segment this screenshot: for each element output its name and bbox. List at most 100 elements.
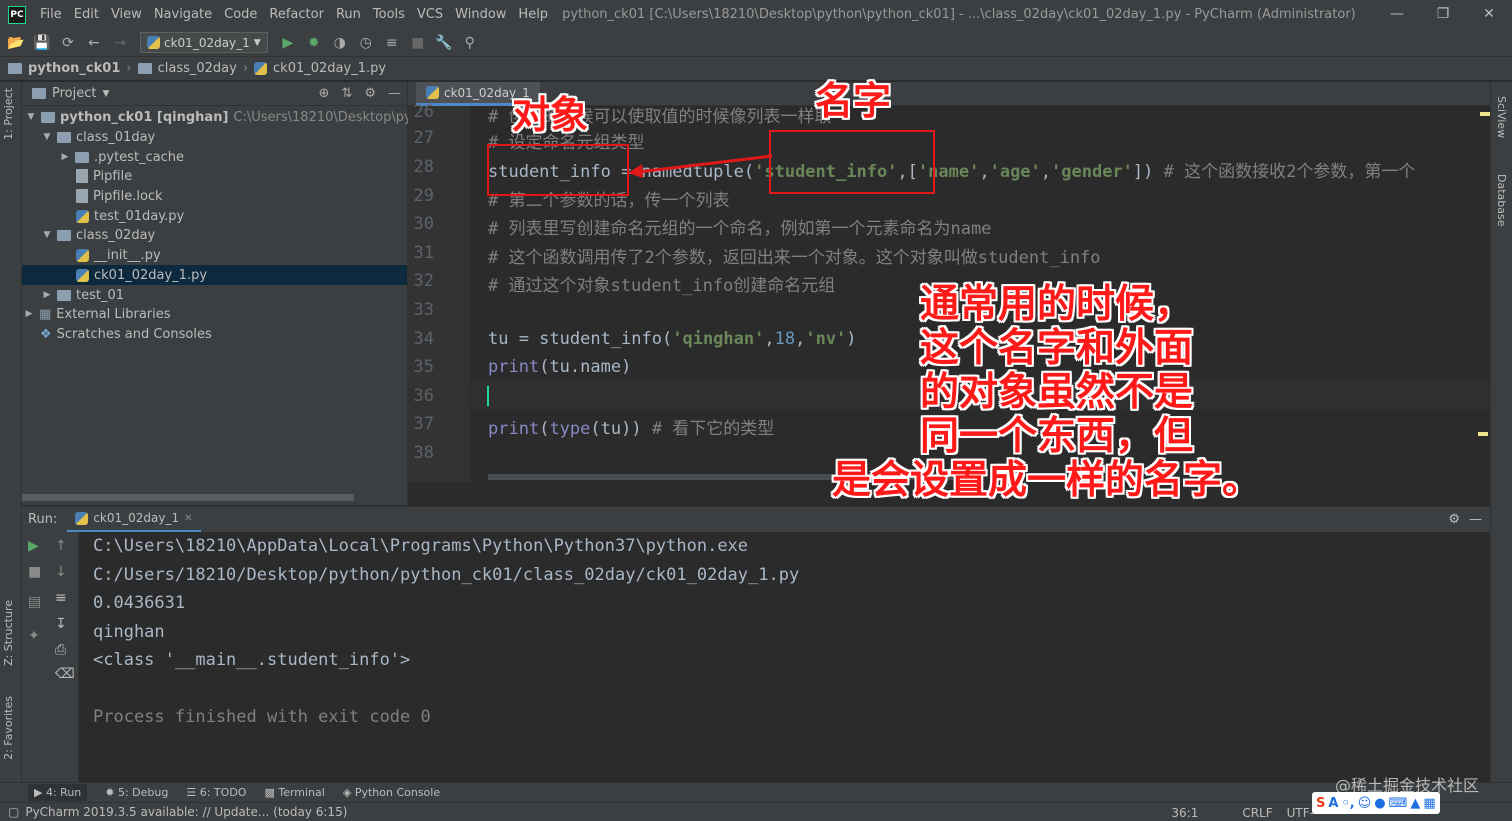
tool-window-python-console[interactable]: ◈ Python Console [343,786,440,799]
save-all-icon[interactable]: 💾 [32,33,52,53]
tool-window-debug[interactable]: ✹ 5: Debug [105,786,168,799]
tree-item-scratches[interactable]: ❖ Scratches and Consoles [40,324,212,344]
menu-window[interactable]: Window [449,7,512,22]
menu-view[interactable]: View [105,7,148,22]
tool-window-todo[interactable]: ☰ 6: TODO [186,786,246,799]
menu-refactor[interactable]: Refactor [263,7,330,22]
expand-arrow-icon[interactable]: ▼ [42,230,52,240]
open-folder-icon[interactable]: 📂 [6,33,26,53]
tree-item-pytest-cache[interactable]: ▶ .pytest_cache [60,147,185,167]
database-tool-tab[interactable]: Database [1495,174,1508,227]
tool-window-label: 5: Debug [117,786,169,799]
tree-item-test-01day[interactable]: test_01day.py [76,206,184,226]
update-icon[interactable]: ▢ [8,805,19,819]
tree-item-pipfile[interactable]: Pipfile [76,166,132,186]
menu-edit[interactable]: Edit [68,7,105,22]
scroll-to-end-icon[interactable]: ↧ [55,616,67,632]
tree-item-test-01[interactable]: ▶ test_01 [42,285,124,305]
warning-stripe-mark[interactable] [1478,432,1488,436]
gear-icon[interactable]: ⚙ [364,86,376,101]
minimize-icon[interactable]: — [1374,0,1420,29]
close-icon[interactable]: ✕ [184,513,192,524]
structure-tool-tab[interactable]: Z: Structure [2,600,15,666]
scroll-down-icon[interactable]: ↓ [55,564,67,580]
menu-navigate[interactable]: Navigate [148,7,218,22]
tree-item-ck01-02day-1[interactable]: ck01_02day_1.py [22,265,407,285]
sogou-logo-icon[interactable]: S [1316,796,1325,811]
close-icon[interactable]: ✕ [1466,0,1512,29]
settings-wrench-icon[interactable]: 🔧 [434,33,454,53]
restore-icon[interactable]: ❐ [1420,0,1466,29]
menu-run[interactable]: Run [330,7,367,22]
coverage-icon[interactable]: ◑ [330,33,350,53]
skin-icon[interactable]: ▲ [1410,796,1420,811]
expand-arrow-icon[interactable]: ▶ [24,309,34,319]
keyboard-icon[interactable]: ⌨ [1389,796,1408,811]
project-horizontal-scrollbar[interactable] [22,494,354,501]
expand-arrow-icon[interactable]: ▶ [60,152,70,162]
file-encoding[interactable]: UTF- [1287,806,1314,820]
sciview-tool-tab[interactable]: SciView [1495,96,1508,138]
menu-tools[interactable]: Tools [367,7,411,22]
run-config-select[interactable]: ck01_02day_1 ▼ [140,32,268,53]
run-panel-header: Run: ck01_02day_1 ✕ ⚙ — [22,506,1490,533]
print-icon[interactable]: ⎙ [55,642,66,658]
rerun-icon[interactable]: ▶ [28,538,39,554]
punctuation-icon[interactable]: ◦, [1341,796,1354,811]
debug-icon[interactable]: ✹ [304,33,324,53]
chevron-down-icon[interactable]: ▼ [102,89,109,99]
concurrency-icon[interactable]: ≡ [382,33,402,53]
menu-help[interactable]: Help [512,7,554,22]
tree-item-init[interactable]: __init__.py [76,245,161,265]
gear-icon[interactable]: ⚙ [1448,512,1460,527]
tree-item-pipfile-lock[interactable]: Pipfile.lock [76,186,163,206]
tool-window-run[interactable]: ▶ 4: Run [28,784,88,801]
toolbox-icon[interactable]: ▦ [1423,796,1435,811]
search-icon[interactable]: ⚲ [460,33,480,53]
menu-vcs[interactable]: VCS [411,7,449,22]
tree-item-class-02day[interactable]: ▼ class_02day [42,225,156,245]
soft-wrap-icon[interactable]: ≡ [55,590,67,606]
tree-item-external-libraries[interactable]: ▶ ▦ External Libraries [24,304,171,324]
favorites-tool-tab[interactable]: 2: Favorites [2,696,15,760]
layout-icon[interactable]: ▤ [28,594,41,610]
line-separator[interactable]: CRLF [1242,806,1272,820]
caret-position[interactable]: 36:1 [1171,806,1198,820]
breadcrumb-folder[interactable]: class_02day [158,61,237,76]
expand-arrow-icon[interactable]: ▼ [42,132,52,142]
code-token: (tu)) [590,419,642,439]
emoji-icon[interactable]: ☺ [1358,796,1372,811]
menu-file[interactable]: File [34,7,68,22]
project-tool-tab[interactable]: 1: Project [2,88,15,140]
sync-icon[interactable]: ⟳ [58,33,78,53]
chinese-mode-icon[interactable]: A [1328,796,1338,811]
stop-icon[interactable]: ■ [408,33,428,53]
collapse-all-icon[interactable]: ⇅ [341,86,352,101]
run-console[interactable]: C:\Users\18210\AppData\Local\Programs\Py… [79,532,1490,782]
hide-icon[interactable]: — [388,86,401,101]
back-arrow-icon[interactable]: ← [84,33,104,53]
tree-root[interactable]: ▼ python_ck01 [qinghan] C:\Users\18210\D… [26,107,462,127]
scroll-up-icon[interactable]: ↑ [55,538,67,554]
project-view-select[interactable]: Project [52,86,96,101]
hide-icon[interactable]: — [1469,512,1482,527]
trash-icon[interactable]: ⌫ [55,666,75,682]
expand-arrow-icon[interactable]: ▶ [42,290,52,300]
voice-icon[interactable]: ● [1374,796,1385,811]
forward-arrow-icon[interactable]: → [110,33,130,53]
pin-icon[interactable]: ✦ [28,628,40,644]
breadcrumb-file[interactable]: ck01_02day_1.py [273,61,386,76]
annotation-name-box [769,130,935,194]
profile-icon[interactable]: ◷ [356,33,376,53]
run-tab[interactable]: ck01_02day_1 ✕ [67,507,201,533]
menu-code[interactable]: Code [218,7,263,22]
expand-arrow-icon[interactable]: ▼ [26,112,36,122]
stop-icon[interactable]: ■ [28,564,41,580]
breadcrumb-project[interactable]: python_ck01 [28,61,120,76]
tool-window-terminal[interactable]: ▩ Terminal [264,786,324,799]
status-message[interactable]: PyCharm 2019.3.5 available: // Update...… [25,805,347,819]
locate-icon[interactable]: ⊕ [319,86,330,101]
tree-item-class-01day[interactable]: ▼ class_01day [42,127,156,147]
warning-stripe-mark[interactable] [1480,112,1490,116]
run-icon[interactable]: ▶ [278,33,298,53]
